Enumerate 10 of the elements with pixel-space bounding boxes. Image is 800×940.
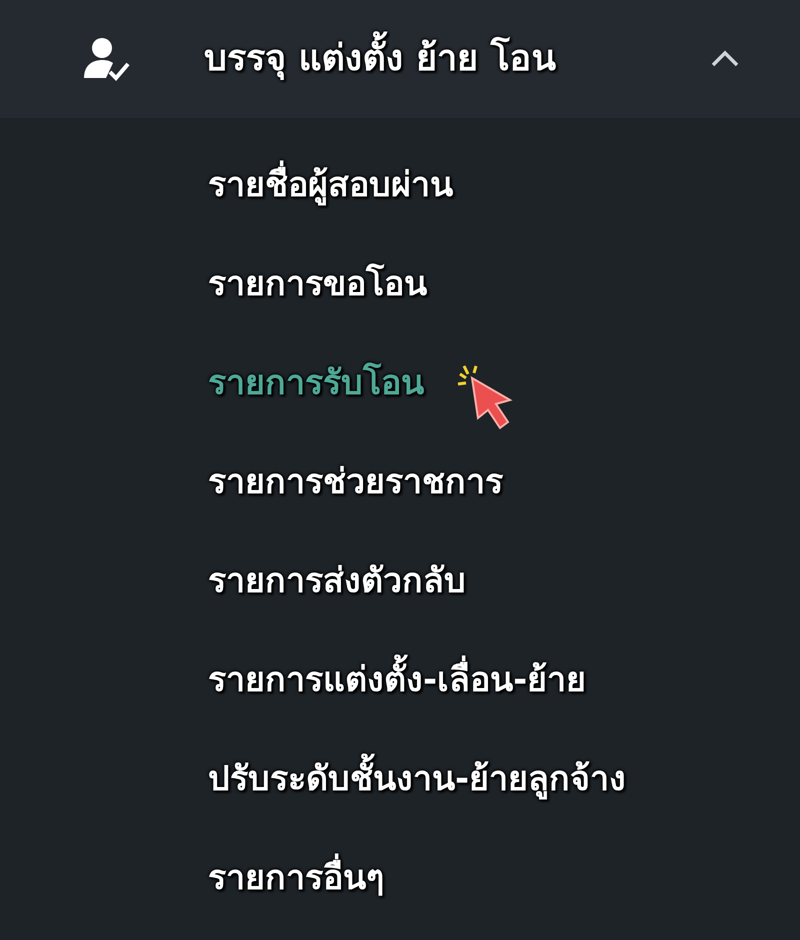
- submenu-item[interactable]: ปรับระดับชั้นงาน-ย้ายลูกจ้าง: [208, 754, 626, 805]
- menu-group-header[interactable]: บรรจุ แต่งตั้ง ย้าย โอน: [0, 0, 800, 118]
- submenu-item[interactable]: รายชื่อผู้สอบผ่าน: [208, 160, 453, 211]
- submenu-item[interactable]: รายการช่วยราชการ: [208, 457, 503, 508]
- submenu-item[interactable]: รายการอื่นๆ: [208, 853, 384, 904]
- submenu-item[interactable]: รายการรับโอน: [208, 358, 424, 409]
- chevron-icon: [710, 50, 740, 68]
- submenu-item[interactable]: รายการแต่งตั้ง-เลื่อน-ย้าย: [208, 655, 586, 706]
- submenu-item[interactable]: รายการขอโอน: [208, 259, 427, 310]
- submenu-item[interactable]: รายการส่งตัวกลับ: [208, 556, 466, 607]
